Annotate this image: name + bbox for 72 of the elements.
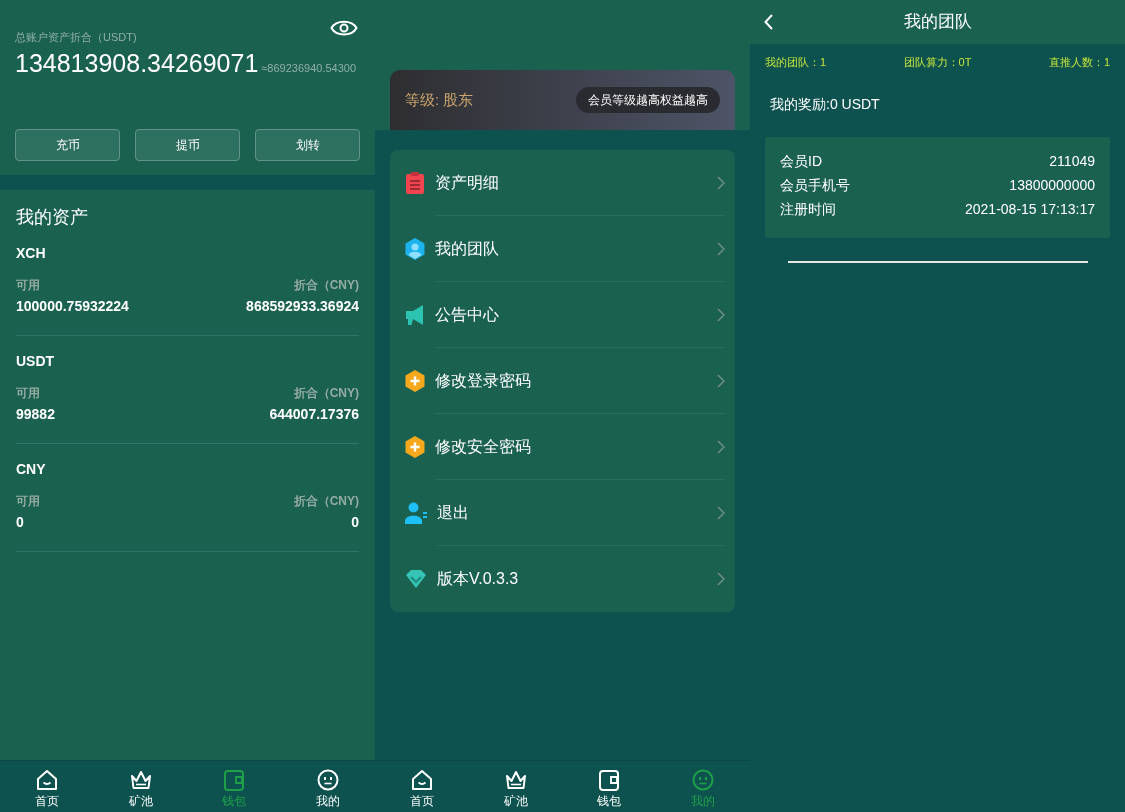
- value-amount: 0: [351, 513, 359, 531]
- chevron-right-icon: [717, 373, 725, 388]
- tab-item[interactable]: 首页: [375, 761, 469, 812]
- menu-item[interactable]: 修改安全密码: [390, 414, 735, 480]
- user-icon: [405, 502, 427, 524]
- chevron-right-icon: [717, 572, 725, 586]
- menu-item[interactable]: 我的团队: [390, 216, 735, 282]
- available-amount: 99882: [16, 405, 55, 423]
- page-title: 我的团队: [903, 11, 972, 34]
- menu-item[interactable]: 修改登录密码: [390, 348, 735, 414]
- section-title: 我的资产: [16, 206, 89, 228]
- chevron-right-icon: [717, 241, 725, 256]
- action-button[interactable]: 充币: [15, 129, 120, 161]
- info-value: 211049: [1049, 152, 1095, 171]
- approx-amount: ≈869236940.54300: [261, 61, 357, 76]
- chevron-right-icon: [717, 175, 725, 190]
- asset-name: XCH: [16, 244, 47, 262]
- team-stat: 我的团队：1: [765, 55, 827, 69]
- wallet-icon: [598, 769, 621, 791]
- asset-name: USDT: [16, 352, 56, 370]
- action-button[interactable]: 提币: [135, 129, 240, 161]
- available-amount: 0: [16, 513, 24, 531]
- back-icon[interactable]: [764, 14, 773, 30]
- level-tip: 会员等级越高权益越高: [576, 87, 720, 113]
- smiley-icon: [692, 769, 715, 791]
- available-label: 可用: [16, 385, 40, 401]
- tab-item[interactable]: 矿池: [468, 761, 563, 812]
- total-assets-label: 总账户资产折合（USDT): [15, 30, 137, 44]
- value-label: 折合（CNY): [293, 385, 359, 401]
- menu-item[interactable]: 资产明细: [390, 150, 735, 216]
- plus-hexagon-icon: [405, 370, 425, 392]
- home-icon: [35, 769, 58, 791]
- team-stat: 直推人数：1: [1048, 55, 1110, 69]
- available-label: 可用: [16, 493, 40, 509]
- wallet-icon: [223, 769, 246, 791]
- info-value: 2021-08-15 17:13:17: [965, 200, 1095, 219]
- eye-icon[interactable]: [330, 18, 358, 38]
- home-icon: [410, 769, 433, 791]
- info-label: 注册时间: [780, 200, 836, 219]
- available-label: 可用: [16, 277, 40, 293]
- asset-name: CNY: [16, 460, 47, 478]
- crown-icon: [129, 769, 152, 791]
- tab-item[interactable]: 我的: [281, 761, 375, 812]
- crown-icon: [504, 769, 527, 791]
- smiley-icon: [317, 769, 340, 791]
- value-label: 折合（CNY): [293, 277, 359, 293]
- megaphone-icon: [405, 304, 425, 326]
- menu-item[interactable]: 版本V.0.3.3: [390, 546, 735, 612]
- value-label: 折合（CNY): [293, 493, 359, 509]
- level-text: 等级: 股东: [405, 89, 474, 110]
- value-amount: 868592933.36924: [246, 297, 359, 315]
- user-hexagon-icon: [405, 238, 425, 260]
- info-label: 会员ID: [780, 152, 822, 171]
- action-button[interactable]: 划转: [255, 129, 360, 161]
- total-assets-amount: 134813908.34269071: [15, 48, 259, 78]
- chevron-right-icon: [717, 439, 725, 454]
- tab-item[interactable]: 钱包: [562, 761, 657, 812]
- available-amount: 100000.75932224: [16, 297, 129, 315]
- menu-item[interactable]: 公告中心: [390, 282, 735, 348]
- tab-item[interactable]: 首页: [0, 761, 94, 812]
- info-value: 13800000000: [1009, 176, 1095, 195]
- menu-item[interactable]: 退出: [390, 480, 735, 546]
- plus-hexagon-icon: [405, 436, 425, 458]
- reward-text: 我的奖励:0 USDT: [769, 95, 881, 113]
- team-stat: 团队算力：0T: [903, 55, 972, 69]
- info-label: 会员手机号: [780, 176, 850, 195]
- chevron-right-icon: [717, 505, 725, 520]
- diamond-icon: [405, 569, 427, 589]
- value-amount: 644007.17376: [269, 405, 359, 423]
- chevron-right-icon: [717, 307, 725, 322]
- clipboard-icon: [405, 172, 425, 194]
- tab-item[interactable]: 矿池: [93, 761, 188, 812]
